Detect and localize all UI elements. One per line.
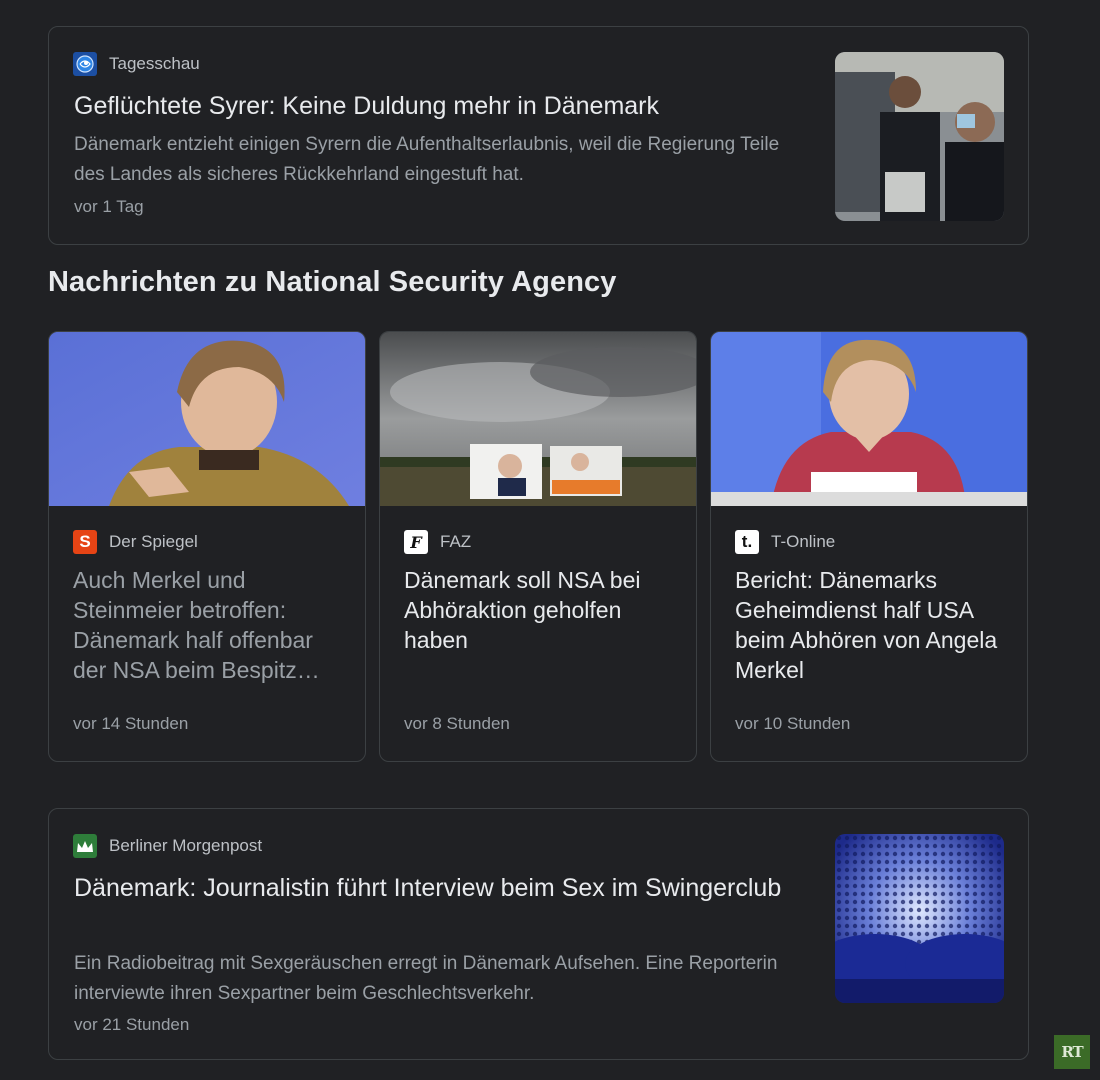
article-thumbnail[interactable] — [835, 52, 1004, 221]
faz-logo-icon: F — [404, 530, 428, 554]
news-results-page: Tagesschau Geflüchtete Syrer: Keine Duld… — [0, 0, 1100, 1080]
article-time: vor 10 Stunden — [735, 714, 851, 733]
article-headline[interactable]: Dänemark soll NSA bei Abhöraktion geholf… — [404, 565, 679, 655]
article-headline[interactable]: Bericht: Dänemarks Geheimdienst half USA… — [735, 565, 1010, 685]
article-snippet: Ein Radiobeitrag mit Sexgeräuschen erreg… — [74, 953, 778, 1004]
article-source: t. T-Online — [735, 530, 835, 554]
article-thumbnail[interactable] — [835, 834, 1004, 1003]
article-source: F FAZ — [404, 530, 471, 554]
t-online-logo-icon: t. — [735, 530, 759, 554]
source-name: T-Online — [771, 532, 836, 551]
morgenpost-crown-icon — [73, 834, 97, 858]
news-card-tagesschau[interactable]: Tagesschau Geflüchtete Syrer: Keine Duld… — [48, 26, 1029, 245]
news-card-faz[interactable]: F FAZ Dänemark soll NSA bei Abhöraktion … — [379, 331, 697, 762]
article-time: vor 14 Stunden — [73, 714, 189, 733]
article-time: vor 21 Stunden — [74, 1015, 190, 1034]
article-time: vor 1 Tag — [74, 197, 144, 216]
news-card-t-online[interactable]: t. T-Online Bericht: Dänemarks Geheimdie… — [710, 331, 1028, 762]
article-image[interactable] — [380, 332, 696, 506]
tagesschau-globe-icon — [73, 52, 97, 76]
news-card-berliner-morgenpost[interactable]: Berliner Morgenpost Dänemark: Journalist… — [48, 808, 1029, 1060]
source-name: FAZ — [440, 532, 472, 551]
article-image[interactable] — [49, 332, 365, 506]
news-card-spiegel[interactable]: S Der Spiegel Auch Merkel und Steinmeier… — [48, 331, 366, 762]
spiegel-logo-icon: S — [73, 530, 97, 554]
source-name: Tagesschau — [109, 54, 200, 73]
article-headline[interactable]: Dänemark: Journalistin führt Interview b… — [74, 870, 794, 906]
source-name: Berliner Morgenpost — [109, 836, 263, 855]
article-source: S Der Spiegel — [73, 530, 198, 554]
article-time: vor 8 Stunden — [404, 714, 510, 733]
article-snippet: Dänemark entzieht einigen Syrern die Auf… — [74, 134, 780, 185]
rt-logo: RT — [1054, 1035, 1090, 1069]
article-headline[interactable]: Geflüchtete Syrer: Keine Duldung mehr in… — [74, 88, 794, 124]
article-image[interactable] — [711, 332, 1027, 506]
article-headline[interactable]: Auch Merkel und Steinmeier betroffen: Dä… — [73, 565, 348, 685]
article-source: Berliner Morgenpost — [73, 834, 262, 858]
article-source: Tagesschau — [73, 52, 200, 76]
section-title: Nachrichten zu National Security Agency — [48, 266, 617, 298]
source-name: Der Spiegel — [109, 532, 198, 551]
